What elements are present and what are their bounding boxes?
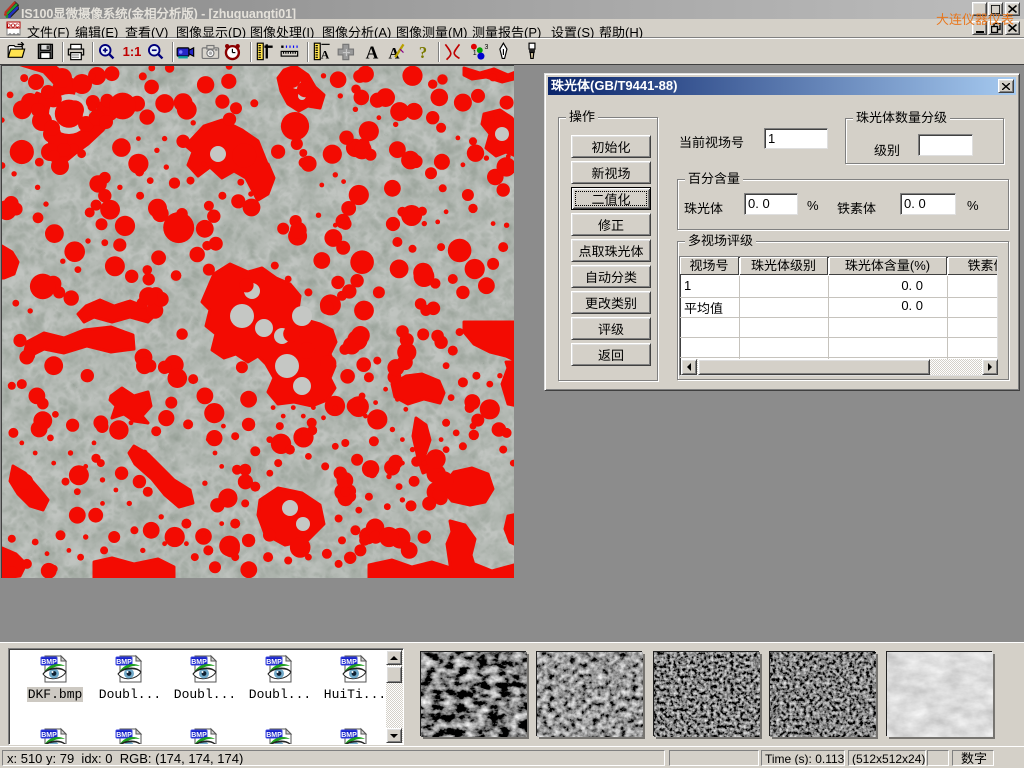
- svg-text:A: A: [321, 48, 330, 61]
- svg-text:?: ?: [419, 43, 427, 62]
- svg-text:1: 1: [473, 50, 477, 57]
- svg-text:1:1: 1:1: [123, 44, 142, 59]
- svg-text:3: 3: [484, 44, 488, 51]
- svg-text:A: A: [366, 42, 379, 62]
- svg-text:DOC: DOC: [7, 24, 19, 30]
